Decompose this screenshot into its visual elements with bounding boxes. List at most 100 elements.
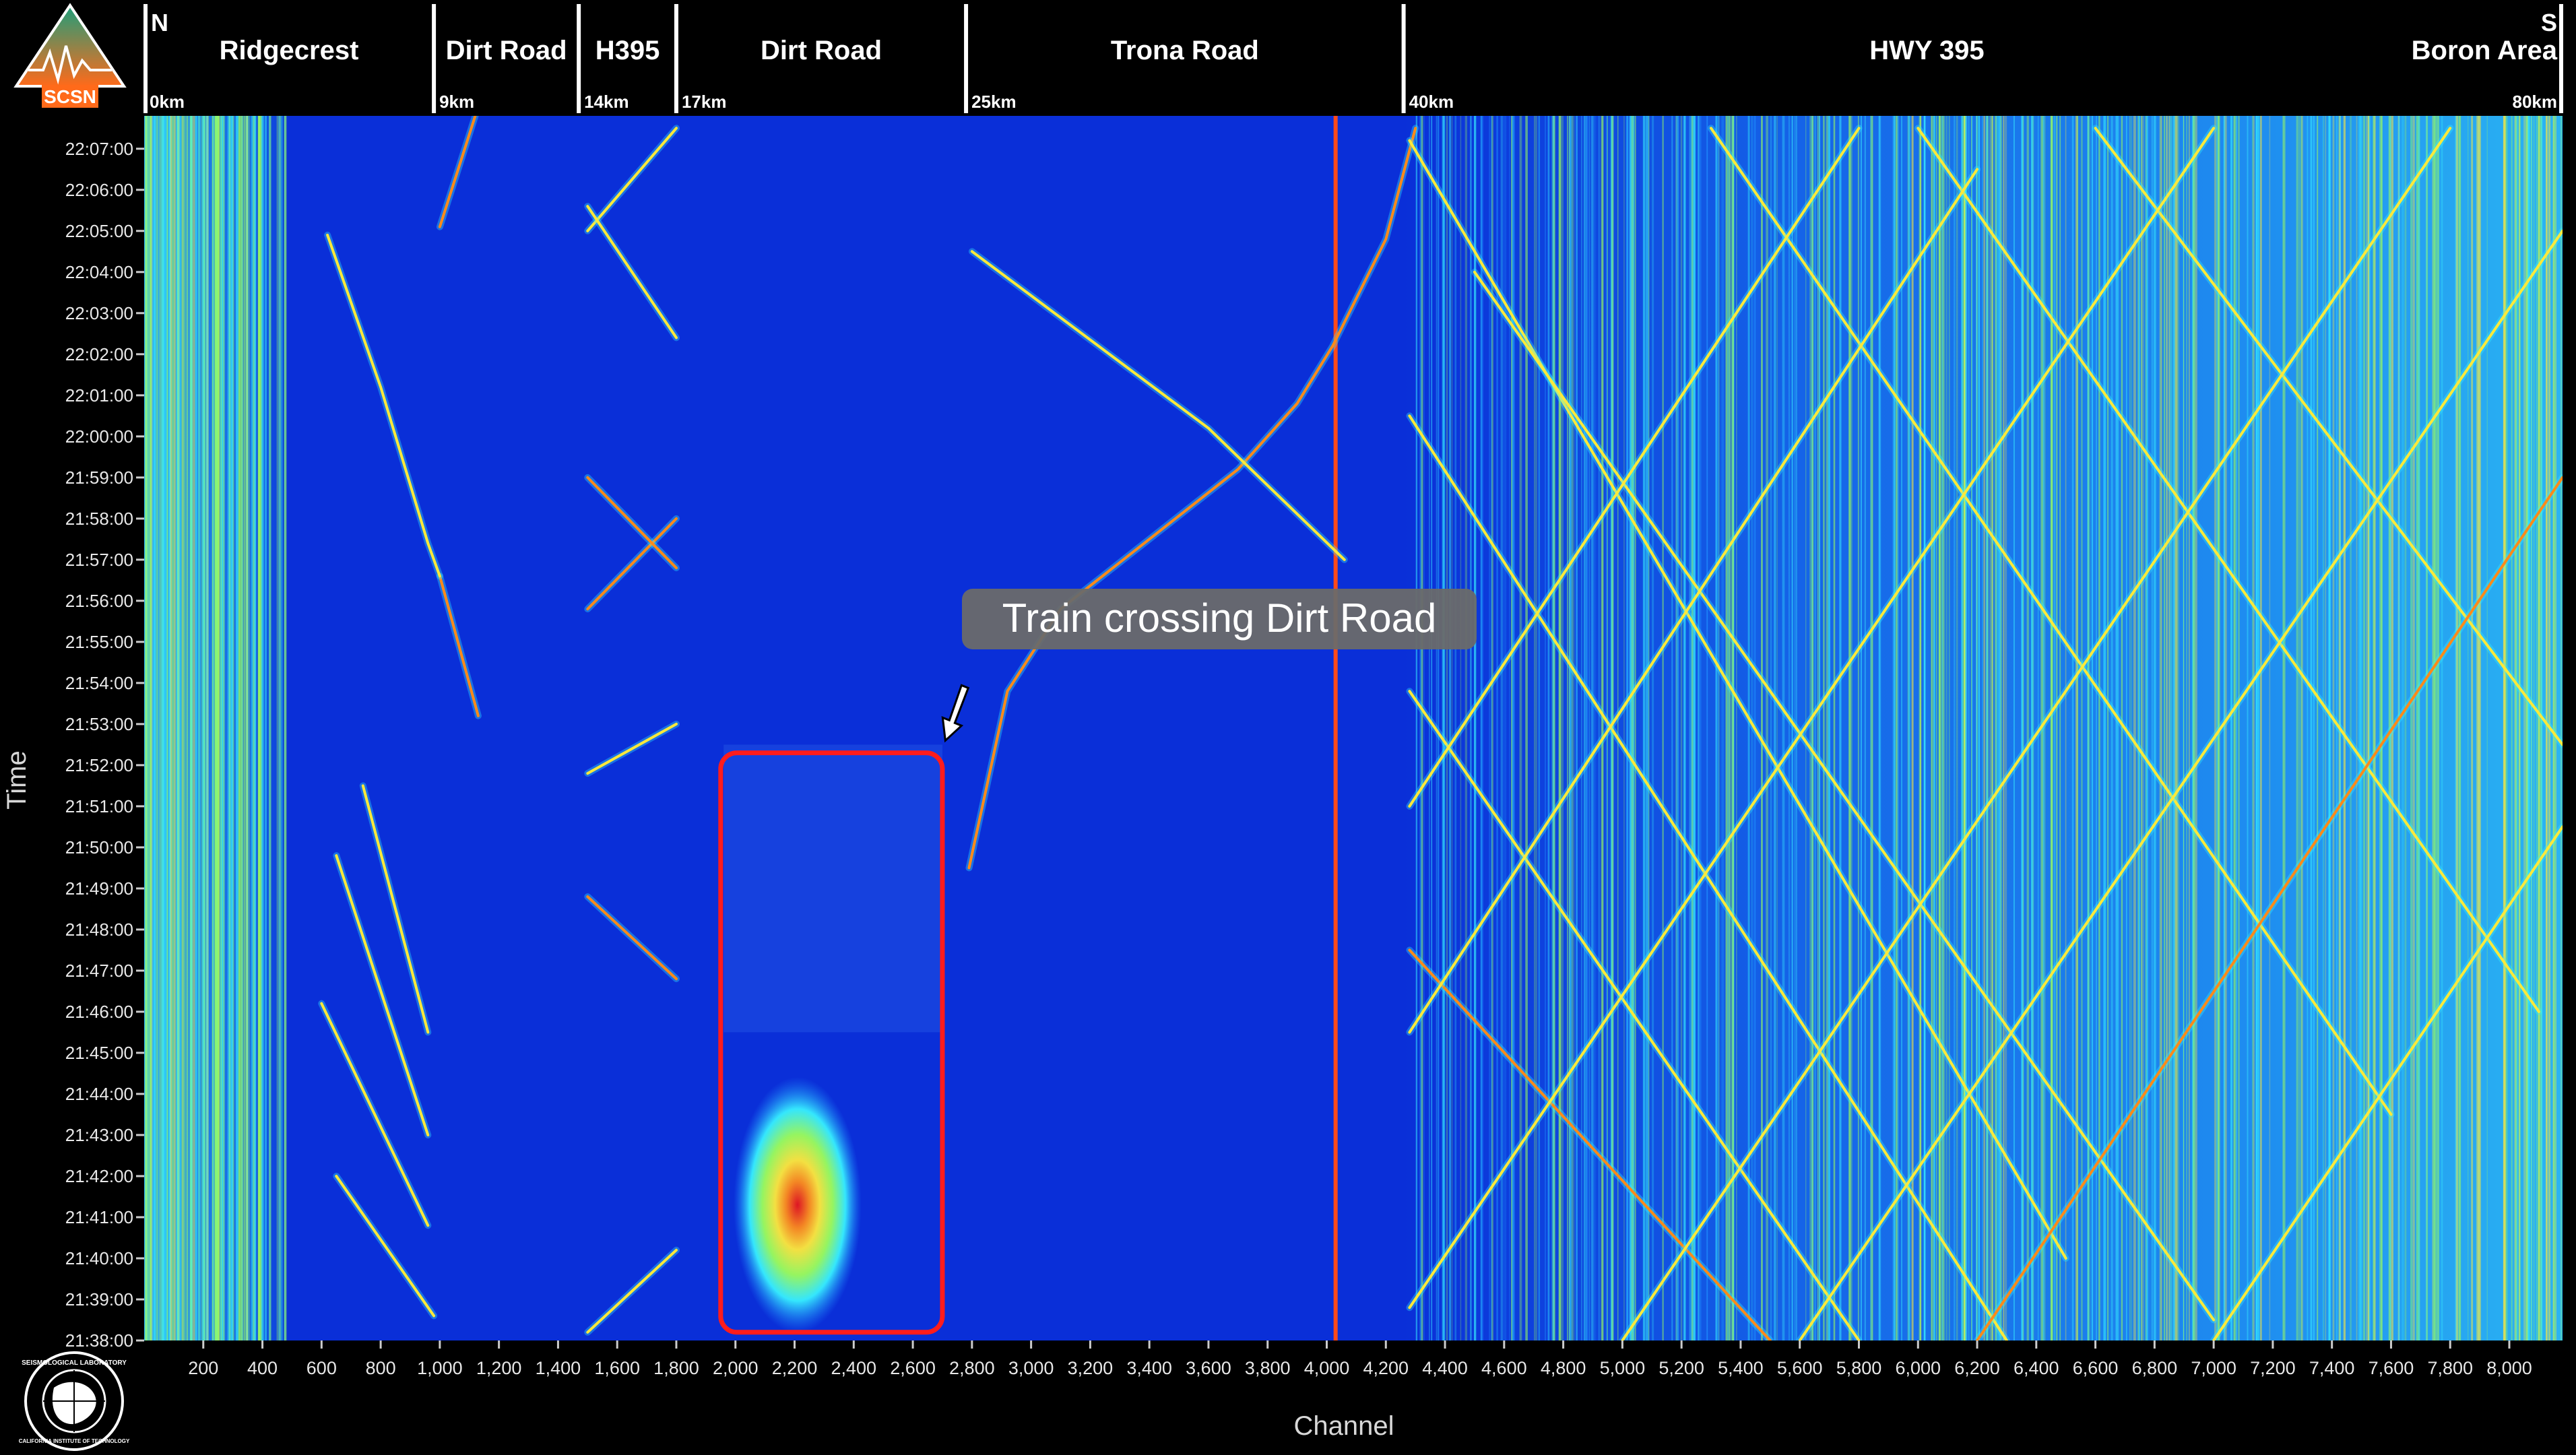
noise-stripe bbox=[1716, 116, 1720, 1340]
x-tick-label: 2,800 bbox=[949, 1358, 995, 1378]
noise-stripe bbox=[2479, 116, 2480, 1340]
noise-stripe bbox=[2455, 116, 2458, 1340]
noise-stripe bbox=[1811, 116, 1814, 1340]
noise-stripe bbox=[2163, 116, 2166, 1340]
km-marker: 14km bbox=[584, 92, 629, 112]
y-tick-label: 21:52:00 bbox=[65, 755, 133, 775]
noise-stripe bbox=[227, 116, 230, 1340]
noise-stripe bbox=[2296, 116, 2298, 1340]
seal-text-top: SEISMOLOGICAL LABORATORY bbox=[22, 1359, 127, 1367]
km-marker: 80km bbox=[2513, 92, 2558, 112]
noise-stripe bbox=[2145, 116, 2147, 1340]
noise-stripe bbox=[235, 116, 238, 1340]
segment-label: Dirt Road bbox=[761, 36, 882, 65]
noise-stripe bbox=[2530, 116, 2532, 1340]
noise-stripe bbox=[1976, 116, 1978, 1340]
noise-stripe bbox=[1451, 116, 1453, 1340]
noise-stripe bbox=[276, 116, 279, 1340]
noise-stripe bbox=[1839, 116, 1842, 1340]
noise-stripe bbox=[246, 116, 248, 1340]
noise-stripe bbox=[1623, 116, 1625, 1340]
noise-stripe bbox=[2214, 116, 2217, 1340]
x-tick-label: 6,200 bbox=[1954, 1358, 2000, 1378]
noise-stripe bbox=[1897, 116, 1899, 1340]
x-tick-label: 200 bbox=[188, 1358, 218, 1378]
y-tick-label: 21:53:00 bbox=[65, 714, 133, 734]
noise-stripe bbox=[197, 116, 201, 1340]
noise-stripe bbox=[1965, 116, 1968, 1340]
y-tick-label: 22:06:00 bbox=[65, 180, 133, 200]
noise-stripe bbox=[1948, 116, 1950, 1340]
x-tick-label: 1,000 bbox=[417, 1358, 463, 1378]
x-axis-title: Channel bbox=[1293, 1411, 1394, 1441]
noise-stripe bbox=[190, 116, 193, 1340]
x-tick-label: 3,000 bbox=[1008, 1358, 1054, 1378]
km-marker: 9km bbox=[439, 92, 474, 112]
y-tick-label: 21:43:00 bbox=[65, 1125, 133, 1145]
km-marker: 0km bbox=[150, 92, 185, 112]
noise-stripe bbox=[2350, 116, 2352, 1340]
noise-stripe bbox=[1698, 116, 1700, 1340]
noise-stripe bbox=[2168, 116, 2170, 1340]
noise-stripe bbox=[1817, 116, 1820, 1340]
x-tick-label: 5,000 bbox=[1600, 1358, 1646, 1378]
plot-area bbox=[144, 116, 2563, 1340]
noise-stripe bbox=[1583, 116, 1586, 1340]
noise-stripe bbox=[1736, 116, 1737, 1340]
noise-stripe bbox=[2153, 116, 2156, 1340]
noise-stripe bbox=[148, 116, 152, 1340]
noise-stripe bbox=[2300, 116, 2303, 1340]
x-tick-label: 3,600 bbox=[1186, 1358, 1231, 1378]
noise-stripe bbox=[1680, 116, 1683, 1340]
seal-text-bottom: CALIFORNIA INSTITUTE OF TECHNOLOGY bbox=[19, 1438, 130, 1444]
y-tick-label: 22:01:00 bbox=[65, 385, 133, 406]
noise-stripe bbox=[1833, 116, 1836, 1340]
noise-stripe bbox=[2253, 116, 2255, 1340]
noise-stripe bbox=[2322, 116, 2323, 1340]
noise-stripe bbox=[2088, 116, 2090, 1340]
segment-label: Dirt Road bbox=[446, 36, 567, 65]
noise-stripe bbox=[176, 116, 179, 1340]
noise-stripe bbox=[1870, 116, 1872, 1340]
noise-stripe bbox=[1449, 116, 1451, 1340]
noise-stripe bbox=[1770, 116, 1772, 1340]
noise-stripe bbox=[1442, 116, 1445, 1340]
noise-stripe bbox=[1548, 116, 1550, 1340]
north-label: N bbox=[151, 9, 168, 36]
x-tick-label: 600 bbox=[307, 1358, 337, 1378]
noise-stripe bbox=[1470, 116, 1472, 1340]
noise-stripe bbox=[1676, 116, 1679, 1340]
x-tick-label: 6,800 bbox=[2132, 1358, 2178, 1378]
noise-stripe bbox=[1996, 116, 1999, 1340]
x-tick-label: 8,000 bbox=[2486, 1358, 2532, 1378]
noise-stripe bbox=[202, 116, 205, 1340]
noise-stripe bbox=[1998, 116, 2001, 1340]
noise-stripe bbox=[2298, 116, 2300, 1340]
noise-stripe bbox=[278, 116, 282, 1340]
noise-stripe bbox=[1809, 116, 1811, 1340]
noise-stripe bbox=[183, 116, 186, 1340]
noise-stripe bbox=[1982, 116, 1983, 1340]
noise-stripe bbox=[1989, 116, 1991, 1340]
scsn-logo-text: SCSN bbox=[44, 86, 96, 107]
x-tick-label: 3,800 bbox=[1245, 1358, 1291, 1378]
y-tick-label: 22:02:00 bbox=[65, 344, 133, 364]
noise-stripe bbox=[1589, 116, 1590, 1340]
noise-stripe bbox=[2056, 116, 2058, 1340]
noise-stripe bbox=[159, 116, 162, 1340]
noise-stripe bbox=[2358, 116, 2361, 1340]
x-tick-label: 1,400 bbox=[536, 1358, 581, 1378]
segment-label: Trona Road bbox=[1111, 36, 1259, 65]
y-tick-label: 21:56:00 bbox=[65, 591, 133, 611]
noise-stripe bbox=[1851, 116, 1853, 1340]
noise-stripe bbox=[247, 116, 251, 1340]
noise-stripe bbox=[1642, 116, 1646, 1340]
noise-stripe bbox=[1617, 116, 1619, 1340]
noise-stripe bbox=[195, 116, 197, 1340]
noise-stripe bbox=[1428, 116, 1430, 1340]
noise-patch bbox=[723, 744, 942, 1033]
noise-stripe bbox=[1416, 116, 1418, 1340]
noise-stripe bbox=[1662, 116, 1664, 1340]
km-marker: 40km bbox=[1409, 92, 1454, 112]
noise-stripe bbox=[1648, 116, 1650, 1340]
